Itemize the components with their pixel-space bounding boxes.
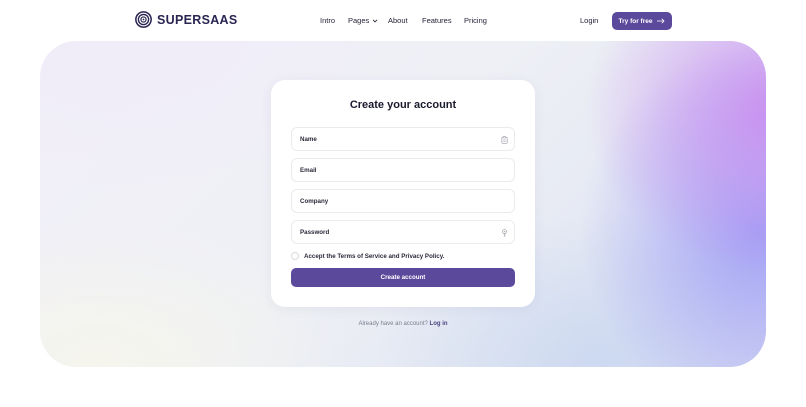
nav-link-intro[interactable]: Intro [320, 16, 335, 25]
page: SUPERSAAS Intro Pages About Features Pri… [0, 0, 806, 407]
nav-link-features[interactable]: Features [422, 16, 452, 25]
password-field[interactable] [291, 220, 515, 244]
nav-link-about[interactable]: About [388, 16, 408, 25]
try-for-free-button[interactable]: Try for free [612, 12, 672, 30]
top-navigation: SUPERSAAS Intro Pages About Features Pri… [0, 0, 806, 42]
clipboard-icon [501, 136, 508, 144]
create-account-button[interactable]: Create account [291, 268, 515, 287]
login-link[interactable]: Login [580, 16, 598, 25]
signup-title: Create your account [349, 99, 457, 111]
brand-logo[interactable]: SUPERSAAS [135, 11, 238, 28]
name-input[interactable] [300, 135, 490, 143]
nav-link-pricing[interactable]: Pricing [464, 16, 487, 25]
signup-card: Create your account Accept [271, 80, 535, 307]
nav-link-pages-label: Pages [348, 16, 370, 25]
brand-name: SUPERSAAS [157, 12, 238, 27]
nav-link-pages[interactable]: Pages [348, 16, 378, 25]
terms-label: Accept the Terms of Service and Privacy … [304, 252, 445, 260]
arrow-right-icon [657, 18, 665, 24]
login-prompt-text: Already have an account? [358, 321, 428, 327]
password-input[interactable] [300, 228, 490, 236]
try-for-free-label: Try for free [618, 17, 653, 25]
email-field[interactable] [291, 158, 515, 182]
terms-row: Accept the Terms of Service and Privacy … [291, 252, 444, 260]
key-icon [502, 229, 507, 237]
chevron-down-icon [373, 19, 378, 22]
company-field[interactable] [291, 189, 515, 213]
terms-checkbox[interactable] [291, 252, 299, 260]
login-prompt-link[interactable]: Log in [430, 321, 448, 327]
login-prompt: Already have an account? Log in [271, 321, 535, 327]
name-field[interactable] [291, 127, 515, 151]
company-input[interactable] [300, 197, 490, 205]
email-input[interactable] [300, 166, 490, 174]
concentric-circles-logo-icon [135, 11, 152, 28]
